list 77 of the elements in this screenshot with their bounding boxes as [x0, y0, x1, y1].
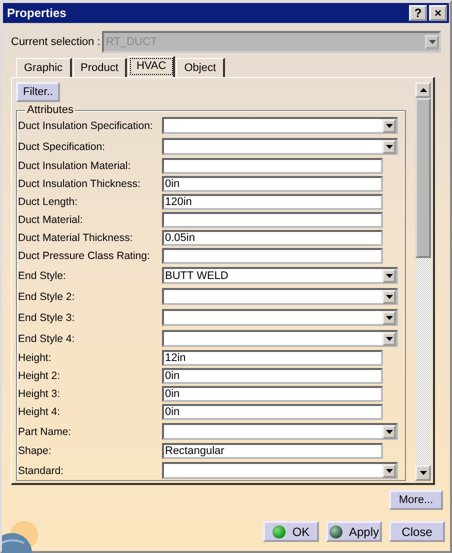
input-field[interactable]: 0.05in — [162, 230, 383, 246]
field-label: End Style 4: — [18, 332, 76, 344]
selection-label: Current selection : — [11, 36, 101, 48]
dropdown-arrow-button[interactable] — [382, 424, 396, 438]
dropdown[interactable] — [162, 288, 398, 305]
dropdown-arrow-button[interactable] — [382, 140, 396, 154]
input-field[interactable]: 0in — [162, 404, 383, 420]
caret-icon — [386, 430, 392, 434]
input-field[interactable] — [162, 158, 383, 174]
dropdown[interactable] — [162, 423, 398, 440]
caret-icon — [386, 274, 392, 278]
dropdown-arrow-button[interactable] — [382, 310, 396, 324]
dropdown[interactable] — [162, 117, 398, 134]
field-label: Height 4: — [18, 406, 62, 418]
dropdown-arrow-button[interactable] — [382, 332, 396, 346]
dropdown[interactable]: BUTT WELD — [162, 267, 398, 284]
input-field[interactable]: 0in — [162, 386, 383, 402]
group-title: Attributes — [25, 104, 76, 116]
dropdown-arrow-button[interactable] — [382, 290, 396, 304]
scroll-thumb[interactable] — [415, 98, 431, 258]
field-label: End Style 2: — [18, 290, 76, 302]
sphere-icon — [328, 524, 343, 538]
dropdown[interactable] — [162, 462, 398, 479]
field-label: Duct Specification: — [18, 140, 106, 152]
dropdown[interactable] — [162, 309, 398, 326]
input-field[interactable]: 12in — [162, 350, 383, 366]
scroll-down-button[interactable] — [415, 465, 431, 481]
input-field[interactable]: 0in — [162, 368, 383, 384]
input-field[interactable]: 0in — [162, 176, 383, 192]
field-label: Standard: — [18, 464, 65, 476]
dialog-button[interactable]: Close — [389, 521, 445, 542]
field-label: Duct Insulation Material: — [18, 160, 132, 172]
field-label: End Style 3: — [18, 312, 76, 324]
field-label: Height 3: — [18, 388, 62, 400]
field-label: Height: — [18, 352, 52, 364]
caret-icon — [420, 88, 426, 92]
scrollbar[interactable] — [415, 82, 431, 481]
input-field[interactable] — [162, 212, 383, 228]
dialog-button[interactable]: Apply — [326, 521, 382, 542]
filter-button[interactable]: Filter.. — [16, 82, 60, 102]
dropdown[interactable] — [162, 138, 398, 155]
dropdown-arrow-button[interactable] — [382, 464, 396, 478]
caret-icon — [386, 144, 392, 148]
input-field[interactable] — [162, 248, 383, 264]
window-title: Properties — [7, 6, 66, 20]
close-button[interactable]: × — [429, 5, 447, 21]
tab[interactable]: Graphic — [16, 58, 72, 77]
caret-icon — [386, 468, 392, 472]
sphere-icon — [272, 524, 286, 538]
dropdown-arrow-button[interactable] — [382, 118, 396, 132]
help-button[interactable]: ? — [409, 5, 427, 21]
field-label: Duct Material: — [18, 214, 84, 226]
input-field[interactable]: Rectangular — [162, 443, 383, 459]
caret-icon — [386, 294, 392, 298]
field-label: Duct Insulation Specification: — [18, 120, 154, 132]
tab[interactable]: Object — [176, 58, 225, 77]
field-label: Duct Insulation Thickness: — [18, 178, 142, 190]
tab[interactable]: HVAC — [128, 56, 176, 77]
field-label: Height 2: — [18, 370, 62, 382]
field-label: Shape: — [18, 445, 52, 457]
tab[interactable]: Product — [72, 58, 128, 77]
scroll-up-button[interactable] — [415, 82, 431, 98]
caret-icon — [386, 124, 392, 128]
field-label: Duct Material Thickness: — [18, 232, 134, 244]
dialog-button[interactable]: OK — [263, 521, 319, 542]
field-label: Part Name: — [18, 426, 72, 438]
caret-icon — [420, 471, 426, 475]
caret-icon — [428, 40, 436, 44]
more-button[interactable]: More... — [389, 490, 443, 510]
caret-icon — [386, 336, 392, 340]
caret-icon — [386, 316, 392, 320]
dropdown-arrow-button[interactable] — [382, 268, 396, 282]
field-label: End Style: — [18, 270, 67, 282]
input-field[interactable]: 120in — [162, 194, 383, 210]
dropdown[interactable] — [162, 330, 398, 347]
field-label: Duct Pressure Class Rating: — [18, 250, 151, 262]
field-label: Duct Length: — [18, 196, 79, 208]
